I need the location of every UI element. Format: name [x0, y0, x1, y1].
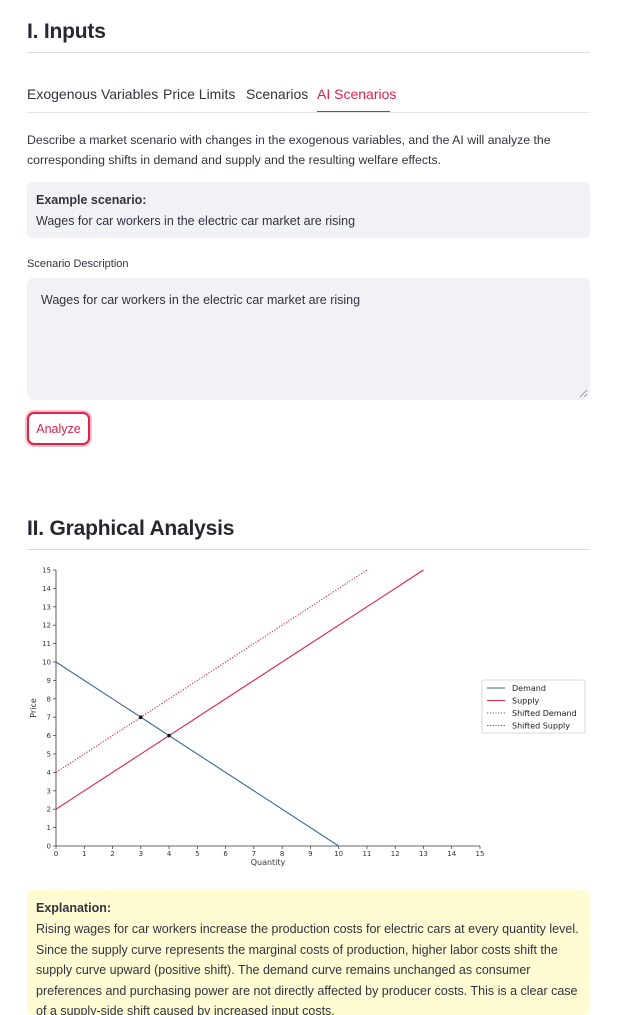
y-tick-label: 12	[42, 622, 51, 630]
example-title: Example scenario:	[36, 193, 147, 207]
tab-exogenous-variables[interactable]: Exogenous Variables	[27, 86, 158, 102]
x-tick-label: 0	[54, 850, 58, 858]
tab-scenarios[interactable]: Scenarios	[246, 86, 308, 102]
y-tick-label: 2	[47, 806, 51, 814]
y-tick-label: 4	[47, 769, 52, 777]
y-tick-label: 0	[47, 843, 51, 851]
y-tick-label: 15	[42, 567, 51, 575]
demand-line	[55, 661, 339, 847]
explanation-box: Explanation: Rising wages for car worker…	[27, 890, 590, 1015]
x-tick-label: 1	[82, 850, 86, 858]
explanation-text: Rising wages for car workers increase th…	[36, 922, 579, 1015]
x-tick-label: 12	[391, 850, 400, 858]
supply-demand-chart: 01234567891011121314150 1 2 3 4 5 6 7 8 9 10 11 12 13…	[29, 567, 586, 867]
x-axis-label: Quantity	[251, 858, 286, 867]
y-tick-label: 11	[42, 640, 51, 648]
y-tick-label: 14	[42, 585, 51, 593]
x-tick-label: 14	[447, 850, 456, 858]
x-tick-label: 13	[419, 850, 428, 858]
legend-label-shifted-supply: Shifted Supply	[512, 722, 570, 731]
equilibrium-point	[139, 715, 143, 719]
x-tick-label: 7	[252, 850, 256, 858]
tab-ai-scenarios[interactable]: AI Scenarios	[317, 86, 396, 102]
y-axis-label: Price	[29, 698, 38, 718]
x-tick-label: 11	[362, 850, 371, 858]
tab-bar: Exogenous Variables Price Limits Scenari…	[27, 86, 590, 113]
shifted-supply-line	[55, 569, 368, 773]
x-tick-label: 10	[334, 850, 343, 858]
resize-handle-icon[interactable]	[579, 389, 587, 397]
scenario-description-input[interactable]	[27, 278, 590, 400]
y-tick-label: 8	[47, 695, 51, 703]
y-tick-label: 3	[47, 787, 51, 795]
graphical-analysis-heading: II. Graphical Analysis	[27, 517, 235, 540]
x-tick-label: 6	[223, 850, 228, 858]
y-tick-label: 9	[47, 677, 51, 685]
x-tick-label: 9	[308, 850, 312, 858]
graph-divider	[27, 549, 590, 550]
legend-label-demand: Demand	[512, 684, 546, 693]
x-tick-label: 4	[167, 850, 172, 858]
x-tick-label: 8	[280, 850, 284, 858]
tabs-divider	[27, 112, 590, 113]
y-tick-label: 10	[42, 659, 51, 667]
y-tick-label: 13	[42, 603, 51, 611]
inputs-divider	[27, 52, 590, 53]
x-tick-label: 15	[476, 850, 485, 858]
legend-label-supply: Supply	[512, 697, 540, 706]
example-scenario-box: Example scenario: Wages for car workers …	[27, 182, 590, 238]
y-tick-label: 7	[47, 714, 51, 722]
inputs-heading: I. Inputs	[27, 20, 106, 43]
y-tick-label: 5	[47, 751, 51, 759]
explanation-title: Explanation:	[36, 901, 112, 915]
x-tick-label: 5	[195, 850, 199, 858]
example-text: Wages for car workers in the electric ca…	[36, 214, 356, 228]
ai-scenario-description: Describe a market scenario with changes …	[27, 133, 551, 167]
x-tick-label: 2	[110, 850, 114, 858]
analyze-button[interactable]: Analyze	[27, 412, 90, 445]
x-tick-label: 3	[139, 850, 143, 858]
equilibrium-point	[167, 733, 171, 738]
y-tick-label: 6	[47, 732, 52, 740]
supply-line	[55, 569, 424, 810]
scenario-description-label: Scenario Description	[27, 258, 129, 270]
tab-price-limits[interactable]: Price Limits	[163, 86, 235, 102]
legend-label-shifted-demand: Shifted Demand	[512, 709, 577, 718]
y-tick-label: 1	[47, 824, 51, 832]
